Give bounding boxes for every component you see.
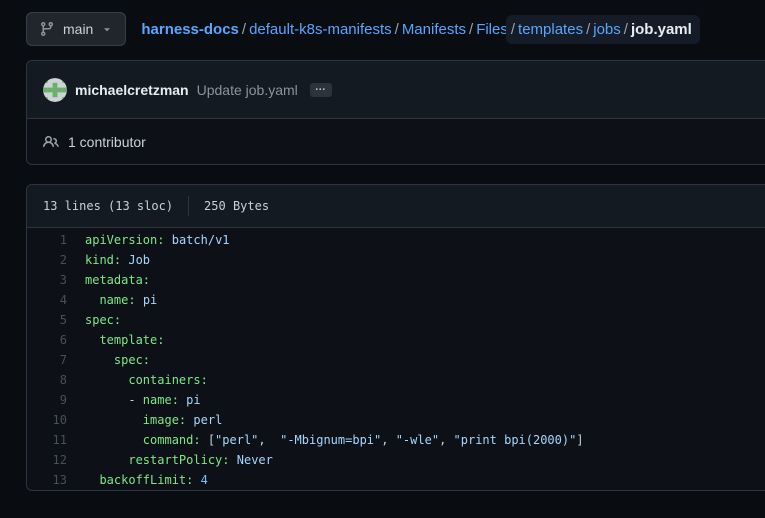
line-number[interactable]: 13 <box>27 470 67 490</box>
code-line-content: command: ["perl", "-Mbignum=bpi", "-wle"… <box>67 430 584 450</box>
code-line-content: spec: <box>67 310 121 330</box>
code-line: 2kind: Job <box>27 250 765 270</box>
breadcrumb-separator: / <box>469 21 473 38</box>
file-box: 13 lines (13 sloc) 250 Bytes 1apiVersion… <box>26 184 765 491</box>
branch-name: main <box>63 21 93 37</box>
line-number[interactable]: 5 <box>27 310 67 330</box>
breadcrumb-item-templates[interactable]: templates <box>518 21 583 38</box>
code-line: 11 command: ["perl", "-Mbignum=bpi", "-w… <box>27 430 765 450</box>
contributors-row: 1 contributor <box>27 118 765 164</box>
code-line-content: template: <box>67 330 164 350</box>
breadcrumb-item-Manifests[interactable]: Manifests <box>402 21 466 38</box>
line-number[interactable]: 2 <box>27 250 67 270</box>
code-line: 7 spec: <box>27 350 765 370</box>
line-number[interactable]: 8 <box>27 370 67 390</box>
line-number[interactable]: 10 <box>27 410 67 430</box>
code-line: 10 image: perl <box>27 410 765 430</box>
file-info-divider <box>188 196 189 216</box>
code-line-content: name: pi <box>67 290 157 310</box>
breadcrumb-separator: / <box>242 21 246 38</box>
code-line-content: - name: pi <box>67 390 201 410</box>
breadcrumb-separator: / <box>395 21 399 38</box>
line-number[interactable]: 7 <box>27 350 67 370</box>
code-line-content: backoffLimit: 4 <box>67 470 208 490</box>
code-line-content: containers: <box>67 370 208 390</box>
breadcrumb-path: harness-docs/default-k8s-manifests/Manif… <box>141 21 699 38</box>
commit-message[interactable]: Update job.yaml <box>197 82 298 98</box>
commit-author[interactable]: michaelcretzman <box>75 82 189 98</box>
identicon-avatar[interactable] <box>43 78 67 102</box>
code-line-content: metadata: <box>67 270 150 290</box>
file-size-info: 250 Bytes <box>204 199 269 213</box>
breadcrumb-item-harness-docs[interactable]: harness-docs <box>141 21 239 38</box>
breadcrumb-separator: / <box>624 21 628 38</box>
code-line-content: restartPolicy: Never <box>67 450 273 470</box>
line-number[interactable]: 6 <box>27 330 67 350</box>
code-line: 8 containers: <box>27 370 765 390</box>
code-line: 6 template: <box>27 330 765 350</box>
page: main harness-docs/default-k8s-manifests/… <box>0 0 765 491</box>
breadcrumb-item-Files[interactable]: Files <box>476 21 508 38</box>
breadcrumb: main harness-docs/default-k8s-manifests/… <box>0 0 765 46</box>
contributors-link[interactable]: 1 contributor <box>68 134 146 150</box>
line-number[interactable]: 3 <box>27 270 67 290</box>
code-line-content: apiVersion: batch/v1 <box>67 230 230 250</box>
breadcrumb-separator: / <box>511 21 515 38</box>
code-line-content: kind: Job <box>67 250 150 270</box>
breadcrumb-item-jobs[interactable]: jobs <box>593 21 621 38</box>
code-line-content: spec: <box>67 350 150 370</box>
code-line: 12 restartPolicy: Never <box>27 450 765 470</box>
chevron-down-icon <box>101 23 113 35</box>
code-line: 9 - name: pi <box>27 390 765 410</box>
code-line: 5spec: <box>27 310 765 330</box>
code-line-content: image: perl <box>67 410 222 430</box>
breadcrumb-item-job.yaml[interactable]: job.yaml <box>631 21 692 38</box>
breadcrumb-item-default-k8s-manifests[interactable]: default-k8s-manifests <box>249 21 392 38</box>
breadcrumb-highlight: /templates/jobs/job.yaml <box>506 15 700 44</box>
code-line: 13 backoffLimit: 4 <box>27 470 765 490</box>
line-number[interactable]: 12 <box>27 450 67 470</box>
commit-ellipsis-button[interactable]: … <box>310 83 332 97</box>
line-number[interactable]: 1 <box>27 230 67 250</box>
file-lines-info: 13 lines (13 sloc) <box>43 199 173 213</box>
code-line: 3metadata: <box>27 270 765 290</box>
line-number[interactable]: 4 <box>27 290 67 310</box>
code-view[interactable]: 1apiVersion: batch/v12kind: Job3metadata… <box>27 227 765 490</box>
git-branch-icon <box>39 21 55 37</box>
branch-selector-button[interactable]: main <box>26 12 126 46</box>
people-icon <box>43 134 59 150</box>
breadcrumb-separator: / <box>586 21 590 38</box>
file-info-bar: 13 lines (13 sloc) 250 Bytes <box>27 185 765 227</box>
line-number[interactable]: 11 <box>27 430 67 450</box>
code-line: 1apiVersion: batch/v1 <box>27 230 765 250</box>
line-number[interactable]: 9 <box>27 390 67 410</box>
commit-box: michaelcretzman Update job.yaml … 1 cont… <box>26 60 765 165</box>
commit-header: michaelcretzman Update job.yaml … <box>27 61 765 118</box>
avatar-image <box>43 78 67 102</box>
code-line: 4 name: pi <box>27 290 765 310</box>
